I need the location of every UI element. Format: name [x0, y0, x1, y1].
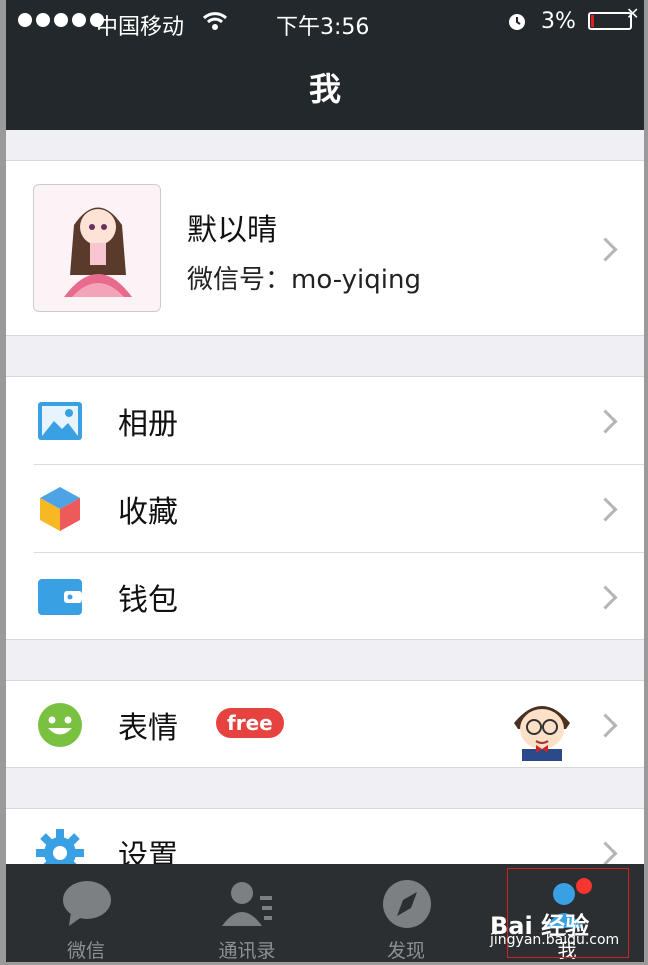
profile-cell[interactable]: 默以晴 微信号：mo-yiqing — [6, 160, 644, 336]
menu-group-1: 相册 收藏 钱包 — [6, 376, 644, 640]
sticker-preview-image — [514, 706, 570, 761]
carrier-label: 中国移动 — [96, 15, 185, 40]
watermark-url: jingyan.baidu.com — [490, 932, 620, 948]
page-title: 我 — [308, 70, 341, 108]
menu-group-2: 表情 free — [6, 680, 644, 768]
phone-screen: 中国移动 下午3:56 3% ✕ 我 默以晴 微信号：mo-yiqing 相册 … — [6, 0, 644, 962]
avatar[interactable] — [33, 184, 161, 312]
tab-discover[interactable]: 发现 — [331, 864, 481, 962]
chevron-right-icon — [593, 497, 618, 522]
tab-label: 发现 — [386, 940, 425, 962]
avatar-illustration — [64, 207, 132, 297]
menu-label-wallet: 钱包 — [118, 583, 178, 618]
tab-chats[interactable]: 微信 — [11, 864, 161, 962]
menu-item-album[interactable]: 相册 — [6, 377, 644, 464]
tab-contacts[interactable]: 通讯录 — [172, 864, 322, 962]
menu-item-stickers[interactable]: 表情 free — [6, 681, 644, 768]
chevron-right-icon — [593, 585, 618, 610]
menu-item-wallet[interactable]: 钱包 — [6, 553, 644, 640]
alarm-icon — [509, 14, 525, 30]
favorites-cube-icon — [40, 487, 80, 531]
profile-name: 默以晴 — [187, 213, 277, 248]
smiley-icon — [38, 703, 82, 747]
free-badge: free — [216, 708, 284, 738]
close-mark: ✕ — [626, 4, 640, 23]
menu-item-favorites[interactable]: 收藏 — [6, 465, 644, 552]
tab-label: 微信 — [66, 940, 105, 962]
signal-strength-icon — [18, 13, 104, 27]
menu-label-album: 相册 — [118, 407, 178, 442]
menu-label-stickers: 表情 — [118, 711, 178, 746]
photo-album-icon — [38, 402, 82, 440]
chat-bubble-icon — [63, 881, 111, 926]
contacts-icon — [222, 882, 272, 926]
clock: 下午3:56 — [276, 15, 370, 40]
wechat-id: 微信号：mo-yiqing — [187, 265, 421, 295]
battery-percent: 3% — [541, 9, 576, 34]
wallet-icon — [38, 579, 82, 615]
top-bar: 中国移动 下午3:56 3% ✕ 我 — [6, 0, 644, 130]
menu-label-favorites: 收藏 — [118, 495, 178, 530]
chevron-right-icon — [593, 841, 618, 866]
chevron-right-icon — [593, 713, 618, 738]
chevron-right-icon — [593, 237, 618, 262]
compass-icon — [383, 880, 431, 928]
wifi-icon — [202, 12, 228, 30]
chevron-right-icon — [593, 409, 618, 434]
tab-label: 通讯录 — [218, 940, 276, 962]
status-bar: 中国移动 下午3:56 3% ✕ — [6, 0, 644, 44]
